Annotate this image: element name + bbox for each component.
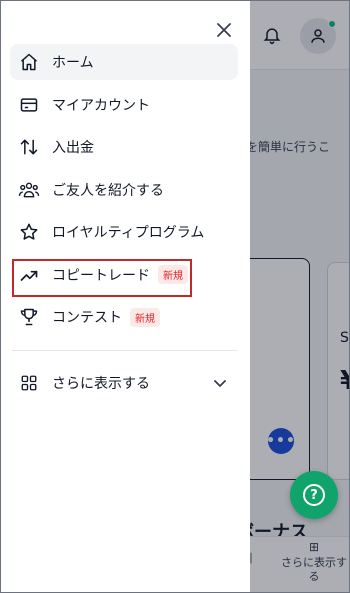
menu-item-home[interactable]: ホーム xyxy=(10,44,238,80)
menu-item-my-account[interactable]: マイアカウント xyxy=(10,87,238,123)
menu-item-loyalty-program[interactable]: ロイヤルティプログラム xyxy=(10,214,238,250)
grid-icon xyxy=(18,372,40,394)
menu-item-refer-friends[interactable]: ご友人を紹介する xyxy=(10,172,238,208)
show-more-label: さらに表示する xyxy=(52,376,150,392)
show-more-toggle[interactable]: さらに表示する xyxy=(10,366,238,400)
menu-item-label: ホーム xyxy=(52,55,94,71)
menu-item-label: ロイヤルティプログラム xyxy=(52,225,205,241)
trend-up-icon xyxy=(18,264,40,286)
menu-item-label: 入出金 xyxy=(52,140,94,156)
menu-item-deposit-withdraw[interactable]: 入出金 xyxy=(10,129,238,165)
menu-item-copy-trade[interactable]: コピートレード 新規 xyxy=(10,257,238,293)
menu-item-label: コンテスト xyxy=(52,310,122,326)
menu-item-label: ご友人を紹介する xyxy=(52,182,164,199)
close-button[interactable] xyxy=(214,20,234,40)
transfer-arrows-icon xyxy=(18,136,40,158)
drawer-menu: ホーム マイアカウント 入出金 ご友人を紹介する ロイヤルティプログラム コピー… xyxy=(10,44,238,342)
menu-divider xyxy=(12,350,237,351)
help-button[interactable]: ? xyxy=(290,471,338,519)
menu-item-label: コピートレード xyxy=(52,267,150,284)
wallet-card-icon xyxy=(18,94,40,116)
new-badge: 新規 xyxy=(130,307,160,327)
chevron-down-icon xyxy=(210,373,230,393)
home-icon xyxy=(18,51,40,73)
menu-item-label: マイアカウント xyxy=(52,97,150,114)
side-drawer: ホーム マイアカウント 入出金 ご友人を紹介する ロイヤルティプログラム コピー… xyxy=(0,0,250,593)
trophy-icon xyxy=(18,306,40,328)
new-badge: 新規 xyxy=(158,265,188,284)
question-icon: ? xyxy=(303,484,325,506)
people-icon xyxy=(18,179,40,201)
close-icon xyxy=(217,23,231,37)
star-icon xyxy=(18,221,40,243)
menu-item-contest[interactable]: コンテスト 新規 xyxy=(10,299,238,335)
